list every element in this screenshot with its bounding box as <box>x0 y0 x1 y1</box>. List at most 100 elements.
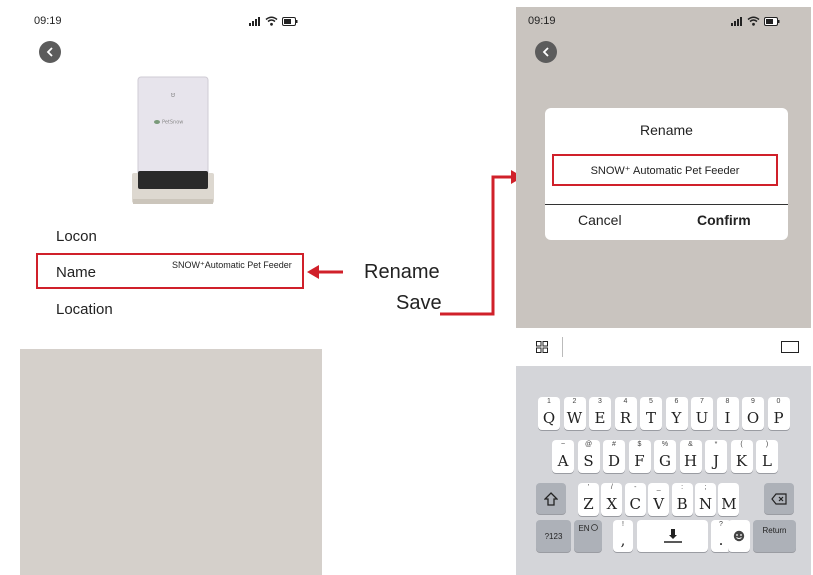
key-alt-label: _ <box>656 484 661 491</box>
keyboard: 1Q2W3E4R5T6Y7U8I9O0P ~ A @ S # D $ F% G & H * J(K) L … <box>516 366 811 575</box>
status-time: 09:19 <box>34 15 62 27</box>
key-u[interactable]: 7U <box>691 397 713 430</box>
dialog-divider <box>545 204 788 205</box>
key-alt-label: ; <box>704 484 707 491</box>
rename-input[interactable]: SNOW⁺ Automatic Pet Feeder <box>552 154 778 186</box>
key-s[interactable]: @ S <box>577 440 600 473</box>
key-label: C <box>629 495 642 513</box>
key-alt-label: # <box>612 441 616 448</box>
cancel-button[interactable]: Cancel <box>578 212 622 228</box>
key-o[interactable]: 9O <box>742 397 764 430</box>
emoji-key[interactable] <box>728 520 750 552</box>
wifi-icon <box>265 16 278 26</box>
key-alt-label: % <box>661 441 669 448</box>
key-label: V <box>653 495 665 513</box>
key-label: T <box>645 409 656 427</box>
annotation-save: Save <box>396 292 442 314</box>
key-h[interactable]: & H <box>679 440 702 473</box>
key-label: W <box>566 409 583 427</box>
key-j[interactable]: * J <box>705 440 727 473</box>
key-y[interactable]: 6Y <box>665 397 688 430</box>
comma-key-alt: ! <box>622 521 624 528</box>
key-label: F <box>634 452 645 470</box>
key-m[interactable]: M <box>718 483 740 516</box>
wifi-icon <box>747 16 760 26</box>
backspace-icon <box>771 492 787 505</box>
row-label-locon[interactable]: Locon <box>56 228 97 245</box>
globe-icon <box>590 524 598 531</box>
signal-icon <box>731 16 742 26</box>
key-f[interactable]: $ F <box>628 440 651 473</box>
annotation-rename: Rename <box>364 261 440 283</box>
backspace-key[interactable] <box>764 483 794 514</box>
key-label: I <box>724 409 731 427</box>
back-button[interactable] <box>535 41 557 63</box>
key-label: P <box>773 409 784 427</box>
row-label-location[interactable]: Location <box>56 301 113 318</box>
key-label: K <box>735 452 748 470</box>
row-value-name: SNOW⁺Automatic Pet Feeder <box>172 260 292 270</box>
key-x[interactable]: / X <box>601 483 623 516</box>
key-alt-label: ~ <box>560 441 566 448</box>
key-alt-label: - <box>634 484 637 491</box>
key-alt-label: 8 <box>725 398 730 405</box>
key-alt-label: * <box>714 441 718 448</box>
key-label: U <box>695 409 709 427</box>
key-l[interactable]: ) L <box>756 440 778 473</box>
row-label-name[interactable]: Name <box>56 264 96 281</box>
key-v[interactable]: _ V <box>648 483 670 516</box>
shift-icon <box>544 491 558 506</box>
confirm-button[interactable]: Confirm <box>697 212 751 228</box>
key-g[interactable]: % G <box>654 440 676 473</box>
shift-key[interactable] <box>536 483 566 514</box>
grid-icon[interactable] <box>536 341 548 353</box>
key-q[interactable]: 1Q <box>538 397 560 430</box>
key-alt-label: ( <box>740 441 743 448</box>
toolbar-divider <box>562 337 563 357</box>
key-d[interactable]: # D <box>603 440 625 473</box>
key-alt-label: 5 <box>649 398 653 405</box>
key-b[interactable]: :B <box>671 483 693 516</box>
key-label: G <box>659 452 671 470</box>
key-label: H <box>683 452 698 470</box>
key-k[interactable]: (K <box>730 440 753 473</box>
microphone-icon <box>663 529 682 543</box>
chevron-left-icon <box>542 47 549 57</box>
chevron-left-icon <box>46 47 53 57</box>
status-time: 09:19 <box>528 15 556 27</box>
key-i[interactable]: 8I <box>716 397 739 430</box>
key-label: N <box>698 495 713 513</box>
key-c[interactable]: -C <box>624 483 646 516</box>
key-a[interactable]: ~ A <box>552 440 574 473</box>
period-key-label: . <box>718 531 724 549</box>
comma-key[interactable]: ! , <box>613 520 633 552</box>
key-p[interactable]: 0P <box>767 397 790 430</box>
key-label: A <box>557 452 569 470</box>
key-z[interactable]: ' Z <box>578 483 599 516</box>
key-alt-label: 7 <box>700 398 704 405</box>
device-brand-mark: PetSnow <box>162 120 183 126</box>
key-alt-label: ) <box>765 441 769 448</box>
language-label: EN <box>578 524 590 533</box>
key-n[interactable]: ; N <box>695 483 716 516</box>
keyboard-collapse-icon[interactable] <box>781 341 799 353</box>
key-e[interactable]: 3E <box>589 397 611 430</box>
number-mode-key[interactable]: ?123 <box>536 520 571 552</box>
rename-dialog: Rename SNOW⁺ Automatic Pet Feeder Cancel… <box>545 108 788 240</box>
key-r[interactable]: 4R <box>614 397 637 430</box>
key-label: B <box>676 495 688 513</box>
svg-text:ᗢ: ᗢ <box>171 93 175 99</box>
key-label: S <box>583 452 594 470</box>
back-button[interactable] <box>39 41 61 63</box>
space-key[interactable] <box>637 520 708 552</box>
key-w[interactable]: 2W <box>563 397 586 430</box>
key-alt-label: 3 <box>598 398 602 405</box>
language-key[interactable]: EN <box>574 520 602 552</box>
signal-icon <box>249 16 260 26</box>
key-t[interactable]: 5T <box>640 397 662 430</box>
key-alt-label: 9 <box>751 398 755 405</box>
return-key[interactable]: Return <box>753 520 796 552</box>
key-label: X <box>606 495 618 513</box>
key-alt-label: 2 <box>572 398 577 405</box>
key-alt-label: : <box>681 484 684 491</box>
